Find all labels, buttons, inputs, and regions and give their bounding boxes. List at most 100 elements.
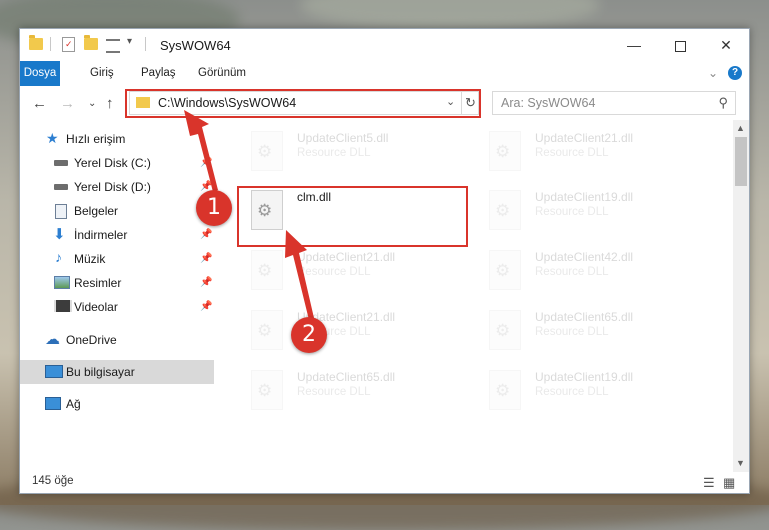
download-icon: ⬇ xyxy=(53,226,66,243)
file-type: Resource DLL xyxy=(297,386,371,398)
file-item[interactable]: UpdateClient65.dll Resource DLL xyxy=(481,304,711,360)
minimize-button[interactable]: — xyxy=(611,29,657,61)
file-name: UpdateClient65.dll xyxy=(535,310,634,324)
sidebar-item-videos[interactable]: Videolar 📌 xyxy=(20,295,214,319)
scroll-down-icon[interactable]: ▼ xyxy=(736,458,745,468)
tab-view[interactable]: Görünüm xyxy=(190,61,254,86)
close-button[interactable]: ✕ xyxy=(703,29,749,61)
file-item[interactable]: UpdateClient21.dll Resource DLL xyxy=(243,244,473,300)
properties-icon[interactable]: ✓ xyxy=(62,37,75,52)
window-title: SysWOW64 xyxy=(160,38,231,53)
sidebar-item-local-disk-c[interactable]: Yerel Disk (C:) 📌 xyxy=(20,151,214,175)
pin-icon: 📌 xyxy=(200,253,213,264)
file-item[interactable]: UpdateClient21.dll Resource DLL xyxy=(243,304,473,360)
file-type: Resource DLL xyxy=(297,147,371,159)
file-name: UpdateClient19.dll xyxy=(535,190,634,204)
forward-button[interactable]: → xyxy=(60,95,75,112)
file-item[interactable]: UpdateClient19.dll Resource DLL xyxy=(481,184,711,240)
file-name: UpdateClient19.dll xyxy=(535,370,634,384)
sidebar-item-documents[interactable]: Belgeler 📌 xyxy=(20,199,214,223)
sidebar-item-onedrive[interactable]: ☁ OneDrive xyxy=(20,328,214,352)
step-badge-2: 2 xyxy=(291,317,327,353)
cloud-icon: ☁ xyxy=(45,331,60,348)
pictures-icon xyxy=(54,276,70,289)
sidebar-item-label: Resimler xyxy=(74,276,122,290)
search-placeholder: Ara: SysWOW64 xyxy=(501,96,596,110)
dll-file-icon xyxy=(489,190,521,230)
sidebar-item-downloads[interactable]: ⬇ İndirmeler 📌 xyxy=(20,223,214,247)
recent-locations-button[interactable]: ⌄ xyxy=(88,98,96,109)
file-name: UpdateClient21.dll xyxy=(535,131,634,145)
customize-icon[interactable] xyxy=(106,39,120,53)
file-type: Resource DLL xyxy=(535,206,609,218)
address-highlight-box xyxy=(125,89,481,118)
sidebar-item-local-disk-d[interactable]: Yerel Disk (D:) 📌 xyxy=(20,175,214,199)
file-type: Resource DLL xyxy=(535,147,609,159)
dll-file-icon xyxy=(489,250,521,290)
search-input[interactable]: Ara: SysWOW64 ⚲ xyxy=(492,91,736,115)
chevron-down-icon[interactable]: ▾ xyxy=(127,36,132,47)
network-icon xyxy=(45,397,61,410)
navigation-pane: ★ Hızlı erişim Yerel Disk (C:) 📌 Yerel D… xyxy=(20,120,214,472)
sidebar-item-label: Yerel Disk (C:) xyxy=(74,156,151,170)
file-item[interactable]: UpdateClient21.dll Resource DLL xyxy=(481,125,711,181)
sidebar-item-label: Ağ xyxy=(66,397,81,411)
file-name: UpdateClient42.dll xyxy=(535,250,634,264)
status-bar: 145 öğe ☰ ▦ xyxy=(20,472,749,493)
file-type: Resource DLL xyxy=(535,386,609,398)
file-type: Resource DLL xyxy=(535,326,609,338)
new-folder-icon[interactable] xyxy=(84,35,98,50)
file-item[interactable]: UpdateClient42.dll Resource DLL xyxy=(481,244,711,300)
music-icon: ♪ xyxy=(55,249,62,265)
item-count: 145 öğe xyxy=(32,475,74,487)
scroll-thumb[interactable] xyxy=(735,137,747,186)
up-button[interactable]: ↑ xyxy=(106,95,114,112)
help-icon[interactable]: ? xyxy=(728,66,742,80)
divider xyxy=(145,37,146,51)
drive-icon xyxy=(54,184,68,190)
dll-file-icon xyxy=(251,370,283,410)
vertical-scrollbar[interactable]: ▲ ▼ xyxy=(733,120,749,472)
ribbon-tabs: Dosya Giriş Paylaş Görünüm ⌄ ? xyxy=(20,61,749,87)
file-item[interactable]: UpdateClient65.dll Resource DLL xyxy=(243,364,473,420)
file-item[interactable]: UpdateClient5.dll Resource DLL xyxy=(243,125,473,181)
tab-share[interactable]: Paylaş xyxy=(133,61,184,86)
sidebar-item-network[interactable]: Ağ xyxy=(20,392,214,416)
computer-icon xyxy=(45,365,63,378)
close-icon: ✕ xyxy=(720,37,732,53)
star-icon: ★ xyxy=(46,130,59,146)
file-name: UpdateClient65.dll xyxy=(297,370,396,384)
tab-home[interactable]: Giriş xyxy=(82,61,122,86)
sidebar-item-label: Yerel Disk (D:) xyxy=(74,180,151,194)
sidebar-item-music[interactable]: ♪ Müzik 📌 xyxy=(20,247,214,271)
videos-icon xyxy=(54,300,72,312)
large-icons-view-icon[interactable]: ▦ xyxy=(723,475,735,491)
file-item[interactable]: UpdateClient19.dll Resource DLL xyxy=(481,364,711,420)
dll-file-icon xyxy=(489,370,521,410)
pin-icon: 📌 xyxy=(200,157,213,168)
back-button[interactable]: ← xyxy=(32,95,47,112)
search-icon: ⚲ xyxy=(718,95,728,110)
sidebar-item-this-pc[interactable]: Bu bilgisayar xyxy=(20,360,214,384)
file-type: Resource DLL xyxy=(297,266,371,278)
file-list: UpdateClient5.dll Resource DLL UpdateCli… xyxy=(232,120,732,472)
sidebar-item-pictures[interactable]: Resimler 📌 xyxy=(20,271,214,295)
file-highlight-box xyxy=(237,186,468,247)
documents-icon xyxy=(55,204,67,219)
sidebar-item-label: İndirmeler xyxy=(74,228,128,242)
scroll-up-icon[interactable]: ▲ xyxy=(736,123,745,133)
sidebar-item-label: OneDrive xyxy=(66,333,117,347)
pin-icon: 📌 xyxy=(200,301,213,312)
tab-file[interactable]: Dosya xyxy=(20,61,60,86)
file-name: UpdateClient21.dll xyxy=(297,250,396,264)
dll-file-icon xyxy=(489,310,521,350)
details-view-icon[interactable]: ☰ xyxy=(703,475,715,491)
expand-ribbon-icon[interactable]: ⌄ xyxy=(708,66,718,80)
sidebar-item-label: Belgeler xyxy=(74,204,119,218)
maximize-button[interactable] xyxy=(657,29,703,61)
sidebar-item-label: Videolar xyxy=(74,300,118,314)
file-name: UpdateClient5.dll xyxy=(297,131,389,145)
maximize-icon xyxy=(674,40,686,52)
dll-file-icon xyxy=(251,250,283,290)
sidebar-item-quick-access[interactable]: ★ Hızlı erişim xyxy=(20,127,214,151)
